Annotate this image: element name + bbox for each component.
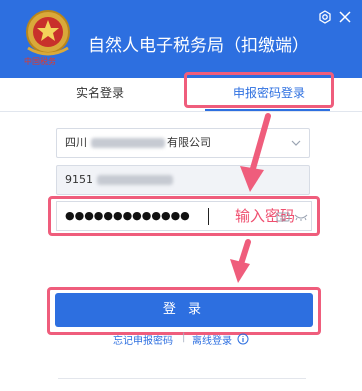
active-tab-indicator [205, 109, 330, 111]
arrow-password-to-login [230, 239, 251, 283]
emblem-caption: 中国税务 [24, 57, 56, 66]
app-title: 自然人电子税务局（扣缴端） [88, 36, 309, 56]
gear-icon[interactable] [318, 10, 332, 24]
footer-links: 忘记申报密码 | 离线登录 [0, 332, 362, 348]
forgot-password-link[interactable]: 忘记申报密码 [113, 332, 173, 347]
bottom-divider [58, 378, 306, 379]
company-prefix: 四川 [65, 136, 87, 149]
app-header: 中国税务 自然人电子税务局（扣缴端） [0, 0, 362, 78]
blurred-company-name [91, 138, 165, 148]
tab-annotation-box [184, 72, 334, 108]
chevron-down-icon [291, 140, 301, 146]
info-icon[interactable] [237, 333, 249, 345]
offline-login-link[interactable]: 离线登录 [192, 332, 232, 347]
taxid-prefix: 9151 [65, 173, 93, 186]
link-separator: | [182, 332, 186, 343]
close-icon[interactable] [338, 10, 352, 24]
company-suffix: 有限公司 [167, 136, 211, 149]
blurred-taxid [97, 175, 173, 185]
tab-realname-login[interactable]: 实名登录 [40, 78, 160, 112]
password-annotation-box [48, 196, 320, 236]
taxid-field: 9151 [56, 165, 310, 195]
company-select[interactable]: 四川 有限公司 [56, 128, 310, 158]
login-button[interactable]: 登 录 [55, 293, 313, 327]
